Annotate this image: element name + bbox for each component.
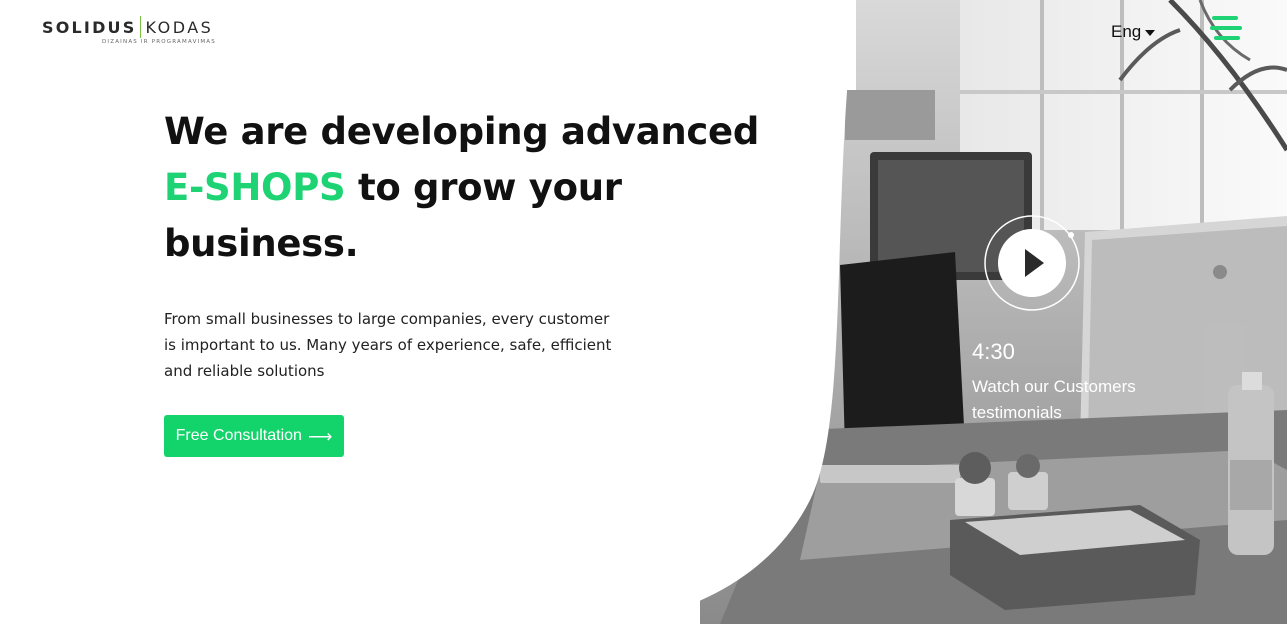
hero-headline: We are developing advanced E-SHOPS to gr…: [164, 104, 784, 272]
headline-line2: to grow your: [345, 166, 622, 209]
free-consultation-button[interactable]: Free Consultation ⟶: [164, 415, 344, 457]
logo-tagline: DIZAINAS IR PROGRAMAVIMAS: [102, 39, 216, 45]
hamburger-menu-icon[interactable]: [1210, 16, 1242, 42]
hero-description: From small businesses to large companies…: [164, 310, 612, 380]
headline-line1: We are developing advanced: [164, 110, 760, 153]
brand-logo[interactable]: SOLIDUS KODAS DIZAINAS IR PROGRAMAVIMAS: [42, 16, 216, 45]
caret-down-icon: [1145, 30, 1156, 36]
cta-label: Free Consultation: [175, 427, 302, 444]
logo-divider: [140, 16, 142, 38]
logo-wordmark: SOLIDUS KODAS: [42, 16, 216, 38]
arrow-right-icon: ⟶: [307, 426, 333, 446]
headline-accent: E-SHOPS: [164, 166, 346, 209]
video-duration: 4:30: [972, 339, 1015, 364]
logo-name-a: SOLIDUS: [42, 17, 137, 37]
logo-name-b: KODAS: [145, 17, 214, 37]
video-caption[interactable]: Watch our Customers testimonials: [972, 374, 1172, 426]
video-play-button[interactable]: [982, 213, 1082, 313]
language-selector[interactable]: Eng: [1111, 22, 1156, 42]
headline-line3: business.: [164, 222, 359, 265]
language-label: Eng: [1111, 22, 1142, 41]
play-icon: [984, 215, 1080, 311]
